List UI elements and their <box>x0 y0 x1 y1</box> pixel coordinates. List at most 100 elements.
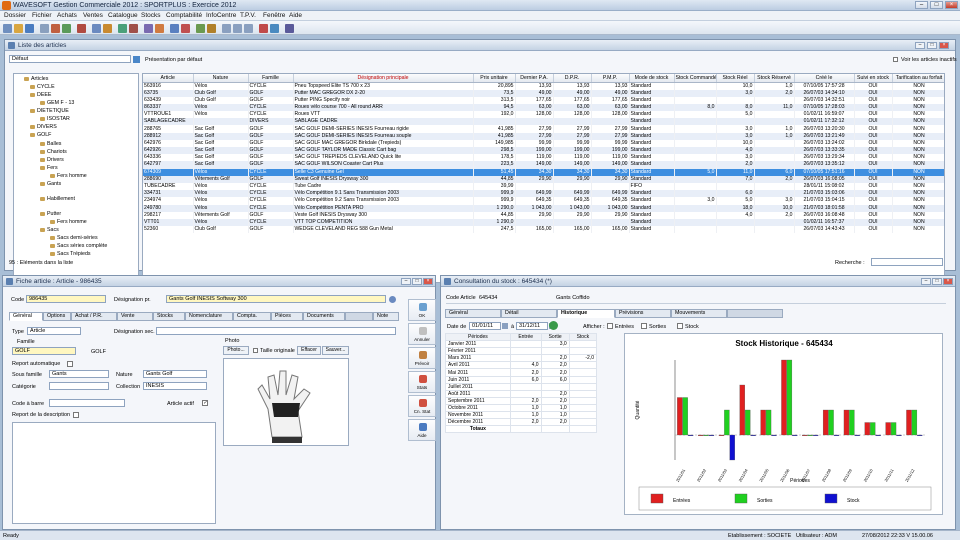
taille-checkbox[interactable] <box>253 348 258 353</box>
tab-achat[interactable]: Achat / P.R. <box>71 312 117 321</box>
tab-general[interactable]: Général <box>445 309 501 318</box>
stock-checkbox[interactable] <box>677 323 683 329</box>
table-row[interactable]: 249780 Vélos CYCLE Vélo Compétition PENTA P… <box>143 204 944 212</box>
column-header[interactable]: Créé le <box>794 74 855 83</box>
menu-achats[interactable]: Achats <box>57 12 77 19</box>
menu-fichier[interactable]: Fichier <box>32 12 52 19</box>
menu-stocks[interactable]: Stocks <box>141 12 161 19</box>
aide-button[interactable]: Aide <box>408 419 436 441</box>
column-header[interactable]: D.P.R. <box>553 74 592 83</box>
table-row[interactable]: SABLAGECADRE DIVERS SABLAGE CADRE Standard 0… <box>143 118 944 126</box>
categorie-select[interactable] <box>49 382 109 390</box>
desig-sec-input[interactable] <box>156 327 396 335</box>
tree-node-articles[interactable]: Articles <box>24 76 48 82</box>
menu-dossier[interactable]: Dossier <box>4 12 26 19</box>
new-icon[interactable] <box>3 24 12 33</box>
annuler-button[interactable]: Annuler <box>408 323 436 345</box>
table-row[interactable]: 642926 Sac Golf GOLF SAC GOLF TAYLOR MADE C… <box>143 147 944 155</box>
filter-select[interactable]: Défaut <box>9 55 131 63</box>
menu-aide[interactable]: Aide <box>289 12 302 19</box>
column-header[interactable]: Stock Réservé <box>754 74 795 83</box>
tree-node[interactable]: Putter <box>40 211 61 217</box>
table-row[interactable]: 863337 Vélos CYCLE Roues vélo course 700 - … <box>143 103 944 112</box>
effacer-button[interactable]: Effacer <box>297 346 321 355</box>
close-button[interactable]: × <box>945 1 958 9</box>
client-icon[interactable] <box>118 24 127 33</box>
tab-detail[interactable]: Détail <box>501 309 557 318</box>
panel-maximize-button[interactable]: □ <box>927 42 937 49</box>
table-row[interactable]: 298217 Vêtements Golf GOLF Veste Golf INESI… <box>143 211 944 219</box>
purchase-icon[interactable] <box>170 24 179 33</box>
panel-close-button[interactable]: × <box>943 278 953 285</box>
column-header[interactable]: Désignation principale <box>293 74 474 83</box>
entrees-checkbox[interactable] <box>607 323 613 329</box>
code-input[interactable] <box>26 295 106 303</box>
table-row[interactable]: 234974 Vélos CYCLE Vélo Compétition 9.2 San… <box>143 197 944 205</box>
tree-node[interactable]: Habillement <box>40 196 75 202</box>
invoice-icon[interactable] <box>181 24 190 33</box>
prevoir-button[interactable]: Prévoir <box>408 347 436 369</box>
inactive-checkbox[interactable] <box>893 57 898 62</box>
designation-input[interactable] <box>166 295 386 303</box>
tree-node[interactable]: GOLF <box>30 132 51 138</box>
open-icon[interactable] <box>14 24 23 33</box>
table-row[interactable]: VTT01 Vélos CYCLE VTT TOP COMPETITION 1 290,… <box>143 218 944 227</box>
menu-catalogue[interactable]: Catalogue <box>108 12 138 19</box>
cut-icon[interactable] <box>51 24 60 33</box>
table-row[interactable]: 633439 Club Golf GOLF Putter PING Specify n… <box>143 96 944 104</box>
presentation-icon[interactable] <box>133 56 140 63</box>
tree-node[interactable]: DIVERS <box>30 124 57 130</box>
column-header[interactable]: Famille <box>248 74 294 83</box>
save-icon[interactable] <box>25 24 34 33</box>
sous-famille-select[interactable]: Gants <box>49 370 109 378</box>
date-to-input[interactable] <box>516 322 548 330</box>
grid-icon[interactable] <box>244 24 253 33</box>
collection-select[interactable]: INESIS <box>143 382 207 390</box>
tree-node[interactable]: Fers homme <box>50 219 87 225</box>
report-icon[interactable] <box>196 24 205 33</box>
tab-historique[interactable]: Historique <box>557 309 615 318</box>
description-textarea[interactable] <box>12 422 216 524</box>
calendar-icon[interactable] <box>502 323 508 329</box>
report-desc-checkbox[interactable] <box>73 412 79 418</box>
photo-button[interactable]: Photo... <box>223 346 249 355</box>
tree-node[interactable]: Sacs demi-séries <box>50 235 98 241</box>
tree-node[interactable]: Sacs Trépieds <box>50 251 91 257</box>
tab-vente[interactable]: Vente <box>117 312 153 321</box>
tree-node[interactable]: Drivers <box>40 157 64 163</box>
table-row[interactable]: 288765 Sac Golf GOLF SAC GOLF DEMI-SERIES I… <box>143 125 944 133</box>
tree-node[interactable]: Gants <box>40 181 61 187</box>
tab-options[interactable]: Options <box>43 312 71 321</box>
table-row[interactable]: VTTROUE1 Vélos CYCLE Roues VTT 192,0 128,00 12… <box>143 111 944 119</box>
tool-icon[interactable] <box>259 24 268 33</box>
sales-icon[interactable] <box>155 24 164 33</box>
tree-node[interactable]: DIETETIQUE <box>30 108 69 114</box>
maximize-button[interactable]: □ <box>930 1 943 9</box>
settings-icon[interactable] <box>270 24 279 33</box>
tree-node[interactable]: CYCLE <box>30 84 55 90</box>
category-tree[interactable]: Articles CYCLE DEEE GEM F - 13 DIETETIQU… <box>13 73 139 283</box>
tree-node[interactable]: Sacs <box>40 227 59 233</box>
panel-close-button[interactable]: × <box>423 278 433 285</box>
menu-ventes[interactable]: Ventes <box>83 12 103 19</box>
tree-node[interactable]: Sacs séries complète <box>50 243 107 249</box>
article-icon[interactable] <box>103 24 112 33</box>
tab-nomenclature[interactable]: Nomenclature <box>185 312 233 321</box>
menu-tpv[interactable]: T.P.V. <box>240 12 256 19</box>
presentation-label[interactable]: Présentation par défaut <box>145 57 202 63</box>
tab-note[interactable]: Note <box>373 312 399 321</box>
stock-icon[interactable] <box>144 24 153 33</box>
table-row[interactable]: 288690 Vêtements Golf GOLF Sweat Golf INESI… <box>143 175 944 183</box>
panel-maximize-button[interactable]: □ <box>412 278 422 285</box>
tab-documents[interactable]: Documents <box>303 312 345 321</box>
sauver-button[interactable]: Sauver... <box>322 346 349 355</box>
tree-node[interactable]: Chariots <box>40 149 67 155</box>
text-icon[interactable] <box>233 24 242 33</box>
panel-maximize-button[interactable]: □ <box>932 278 942 285</box>
tree-node[interactable]: ISOSTAR <box>40 116 70 122</box>
search-icon[interactable] <box>92 24 101 33</box>
panel-close-button[interactable]: × <box>939 42 949 49</box>
calc-icon[interactable] <box>207 24 216 33</box>
help-icon[interactable] <box>285 24 294 33</box>
table-row[interactable]: 642797 Sac Golf GOLF SAC GOLF WILSON Coaste… <box>143 161 944 169</box>
